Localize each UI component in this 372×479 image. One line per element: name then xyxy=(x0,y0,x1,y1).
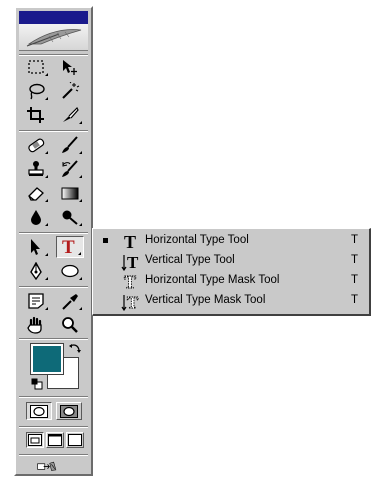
bandage-icon xyxy=(28,138,45,153)
dodge-tool[interactable] xyxy=(56,206,84,228)
toolbox-panel: T xyxy=(14,6,93,476)
ellipse-shape-icon xyxy=(61,264,79,278)
arrow-pointer-icon xyxy=(31,239,40,255)
pen-nib-icon xyxy=(30,262,42,280)
separator xyxy=(19,232,88,234)
notes-tool[interactable] xyxy=(22,290,50,312)
pen-tool[interactable] xyxy=(22,260,50,282)
swap-colors-icon[interactable] xyxy=(68,342,82,356)
separator xyxy=(19,286,88,288)
crop-icon xyxy=(27,107,44,123)
eraser-icon xyxy=(28,187,44,201)
screen-mode-menu-icon xyxy=(48,434,62,446)
type-tool-flyout-menu: T Horizontal Type Tool T T Vertical Type… xyxy=(92,228,371,316)
vertical-type-mask-icon: T xyxy=(121,293,139,311)
healing-brush-tool[interactable] xyxy=(22,134,50,156)
type-tool[interactable]: T xyxy=(56,236,84,258)
selected-bullet-icon xyxy=(103,238,108,243)
menu-item-shortcut: T xyxy=(351,254,359,266)
brush-tool[interactable] xyxy=(56,134,84,156)
eraser-tool[interactable] xyxy=(22,182,50,204)
history-brush-icon xyxy=(62,160,78,177)
magic-wand-tool[interactable] xyxy=(56,80,84,102)
dodge-icon xyxy=(62,210,78,225)
horizontal-type-mask-icon: T xyxy=(124,272,137,291)
menu-item-shortcut: T xyxy=(351,294,359,306)
menu-item-horizontal-type-mask[interactable]: T Horizontal Type Mask Tool T xyxy=(93,271,369,291)
vertical-type-icon: T xyxy=(121,253,139,271)
standard-mode-button[interactable] xyxy=(26,402,52,420)
screen-mode-full-icon xyxy=(68,434,82,446)
menu-item-horizontal-type[interactable]: T Horizontal Type Tool T xyxy=(93,231,369,251)
menu-item-label: Vertical Type Tool xyxy=(145,254,235,266)
stamp-icon xyxy=(28,161,44,176)
type-t-icon: T xyxy=(62,237,75,258)
standard-screen-mode-button[interactable] xyxy=(26,432,44,448)
magic-wand-icon xyxy=(62,82,80,99)
separator xyxy=(19,396,88,398)
path-selection-tool[interactable] xyxy=(22,236,50,258)
eyedropper-tool[interactable] xyxy=(56,290,84,312)
menu-item-label: Vertical Type Mask Tool xyxy=(145,294,266,306)
foreground-color-swatch[interactable] xyxy=(30,343,64,375)
hand-icon xyxy=(27,316,42,334)
svg-text:T: T xyxy=(127,253,139,271)
marquee-tool[interactable] xyxy=(22,56,50,78)
svg-text:T: T xyxy=(127,293,139,311)
jump-to-imageready-button[interactable] xyxy=(34,456,76,476)
toolbox-title-bar[interactable] xyxy=(19,11,88,24)
lasso-icon xyxy=(29,83,45,100)
quick-mask-icon xyxy=(60,405,78,418)
horizontal-type-icon: T xyxy=(124,232,136,251)
lasso-tool[interactable] xyxy=(22,80,50,102)
full-screen-mode-button[interactable] xyxy=(66,432,84,448)
default-colors-icon[interactable] xyxy=(31,378,43,390)
menu-item-shortcut: T xyxy=(351,234,359,246)
full-screen-menu-mode-button[interactable] xyxy=(46,432,64,448)
screen-mode-window-icon xyxy=(28,434,42,446)
separator xyxy=(19,130,88,132)
clone-stamp-tool[interactable] xyxy=(22,158,50,180)
zoom-tool[interactable] xyxy=(56,314,84,336)
note-icon xyxy=(28,293,44,309)
svg-text:T: T xyxy=(124,272,136,291)
slice-tool[interactable] xyxy=(56,104,84,126)
standard-mode-icon xyxy=(30,405,48,418)
gradient-icon xyxy=(61,187,79,200)
slice-knife-icon xyxy=(63,106,79,122)
quick-mask-mode-button[interactable] xyxy=(56,402,82,420)
eyedropper-icon xyxy=(62,294,78,310)
crop-tool[interactable] xyxy=(22,104,50,126)
move-icon xyxy=(63,60,77,75)
menu-item-vertical-type[interactable]: T Vertical Type Tool T xyxy=(93,251,369,271)
svg-text:T: T xyxy=(124,232,136,251)
history-brush-tool[interactable] xyxy=(56,158,84,180)
separator xyxy=(19,426,88,428)
menu-item-vertical-type-mask[interactable]: T Vertical Type Mask Tool T xyxy=(93,291,369,311)
blur-tool[interactable] xyxy=(22,206,50,228)
magnifier-icon xyxy=(62,317,78,333)
move-tool[interactable] xyxy=(56,56,84,78)
menu-item-label: Horizontal Type Tool xyxy=(145,234,249,246)
jump-to-imageready-icon xyxy=(37,461,57,471)
menu-item-shortcut: T xyxy=(351,274,359,286)
shape-tool[interactable] xyxy=(56,260,84,282)
water-drop-icon xyxy=(31,210,41,225)
hand-tool[interactable] xyxy=(22,314,50,336)
separator xyxy=(19,338,88,340)
app-logo-feather[interactable] xyxy=(19,24,88,51)
rectangular-marquee-icon xyxy=(28,60,44,74)
feather-icon xyxy=(26,29,82,47)
gradient-tool[interactable] xyxy=(56,182,84,204)
menu-item-label: Horizontal Type Mask Tool xyxy=(145,274,280,286)
paintbrush-icon xyxy=(62,136,78,153)
